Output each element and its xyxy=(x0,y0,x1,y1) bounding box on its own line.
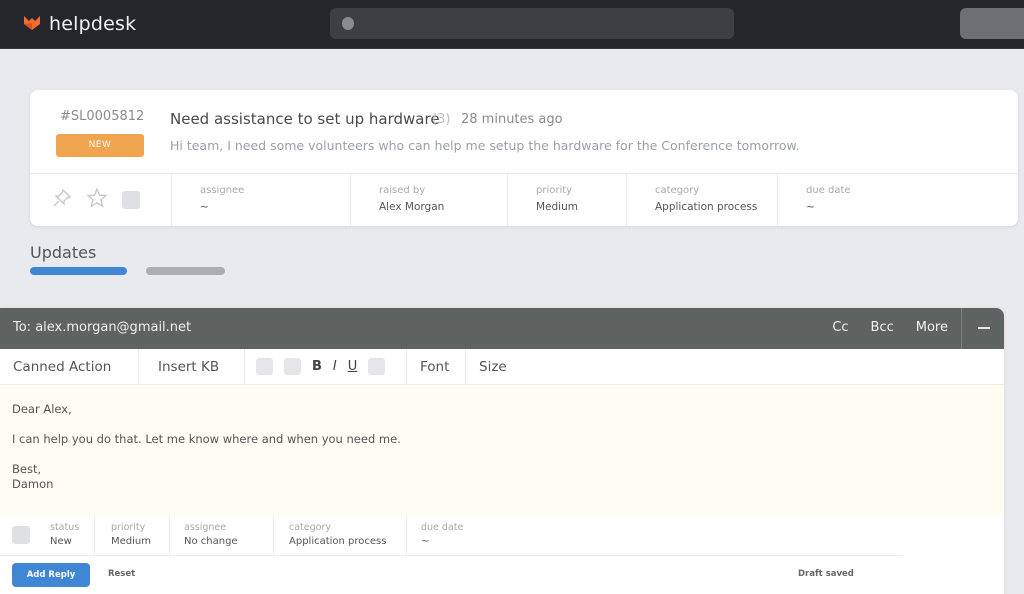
format-group: B I U xyxy=(245,349,407,384)
meta-label: assignee xyxy=(184,522,227,533)
meta-value: ~ xyxy=(806,201,815,213)
app-name: helpdesk xyxy=(49,13,137,35)
format-option-icon[interactable] xyxy=(256,358,273,375)
signature: Damon xyxy=(12,477,54,491)
meta-value: Application process xyxy=(289,536,387,547)
editor-toolbar: Canned Action Insert KB B I U Font Size xyxy=(0,349,1004,385)
top-right-button[interactable] xyxy=(960,8,1024,39)
message-text: I can help you do that. Let me know wher… xyxy=(12,432,401,446)
recipient-actions: Cc Bcc More xyxy=(832,320,948,335)
to-field[interactable]: To: alex.morgan@gmail.net xyxy=(13,320,191,335)
meta-value: ~ xyxy=(421,536,430,547)
ticket-description: Hi team, I need some volunteers who can … xyxy=(170,138,800,153)
bold-button[interactable]: B xyxy=(312,359,322,374)
minimize-icon[interactable] xyxy=(978,327,990,329)
meta-value: ~ xyxy=(200,201,209,213)
search-dot-icon xyxy=(342,17,354,30)
reply-composer: To: alex.morgan@gmail.net Cc Bcc More Ca… xyxy=(0,308,1004,594)
meta-assignee[interactable]: assignee ~ xyxy=(172,174,351,226)
ticket-meta: assignee ~ raised by Alex Morgan priorit… xyxy=(30,174,1018,226)
cc-button[interactable]: Cc xyxy=(832,320,848,335)
checkbox-icon[interactable] xyxy=(12,526,30,544)
more-button[interactable]: More xyxy=(916,320,948,335)
canned-action-button[interactable]: Canned Action xyxy=(0,349,139,384)
underline-button[interactable]: U xyxy=(348,359,358,374)
meta-label: category xyxy=(289,522,331,533)
font-dropdown[interactable]: Font xyxy=(407,349,466,384)
reply-actions: Add Reply Reset Draft saved xyxy=(0,556,1004,594)
meta-due-date[interactable]: due date ~ xyxy=(778,174,1018,226)
bcc-button[interactable]: Bcc xyxy=(871,320,894,335)
insert-kb-button[interactable]: Insert KB xyxy=(139,349,245,384)
search-input[interactable] xyxy=(330,8,734,39)
tab-updates-active[interactable] xyxy=(30,267,127,275)
ticket-id: #SL0005812 xyxy=(60,109,145,124)
reply-due-date[interactable]: due date ~ xyxy=(407,515,903,555)
reply-count: (3) xyxy=(432,112,451,127)
fox-logo-icon xyxy=(23,13,41,35)
reply-assignee[interactable]: assignee No change xyxy=(170,515,274,555)
meta-value: No change xyxy=(184,536,238,547)
ticket-title[interactable]: Need assistance to set up hardware xyxy=(170,110,440,128)
tab-inactive[interactable] xyxy=(146,267,225,275)
greeting: Dear Alex, xyxy=(12,402,72,416)
draft-status: Draft saved xyxy=(798,569,854,579)
status-badge: NEW xyxy=(56,134,144,157)
meta-raised-by[interactable]: raised by Alex Morgan xyxy=(351,174,508,226)
closing: Best, xyxy=(12,462,42,476)
size-dropdown[interactable]: Size xyxy=(466,349,520,384)
ticket-time: 28 minutes ago xyxy=(461,112,563,127)
meta-category[interactable]: category Application process xyxy=(627,174,778,226)
reply-category[interactable]: category Application process xyxy=(274,515,407,555)
pin-icon[interactable] xyxy=(52,188,72,212)
meta-label: due date xyxy=(806,185,851,196)
format-option-icon[interactable] xyxy=(368,358,386,375)
meta-value: Alex Morgan xyxy=(379,201,445,213)
meta-label: status xyxy=(50,522,80,533)
updates-heading: Updates xyxy=(30,243,97,262)
reply-priority[interactable]: priority Medium xyxy=(95,515,170,555)
meta-value: Application process xyxy=(655,201,758,213)
reply-status[interactable]: status New xyxy=(38,515,95,555)
meta-value: New xyxy=(50,536,72,547)
star-icon[interactable] xyxy=(86,187,108,213)
recipient-bar: To: alex.morgan@gmail.net Cc Bcc More xyxy=(0,308,1004,349)
meta-label: priority xyxy=(536,185,573,196)
reset-button[interactable]: Reset xyxy=(108,569,135,579)
meta-label: raised by xyxy=(379,185,426,196)
app-logo[interactable]: helpdesk xyxy=(23,13,136,35)
meta-label: due date xyxy=(421,522,464,533)
meta-label: assignee xyxy=(200,185,245,196)
meta-value: Medium xyxy=(111,536,151,547)
divider xyxy=(961,308,962,349)
meta-label: category xyxy=(655,185,700,196)
format-option-icon[interactable] xyxy=(284,358,301,375)
checkbox-icon[interactable] xyxy=(122,191,140,209)
message-body[interactable]: Dear Alex, I can help you do that. Let m… xyxy=(0,385,1004,515)
meta-value: Medium xyxy=(536,201,578,213)
reply-meta: status New priority Medium assignee No c… xyxy=(0,515,903,556)
top-bar: helpdesk xyxy=(0,0,1024,49)
ticket-card: #SL0005812 NEW Need assistance to set up… xyxy=(30,90,1018,226)
italic-button[interactable]: I xyxy=(333,359,337,374)
ticket-actions xyxy=(30,174,172,226)
add-reply-button[interactable]: Add Reply xyxy=(12,563,90,587)
meta-label: priority xyxy=(111,522,146,533)
meta-priority[interactable]: priority Medium xyxy=(508,174,627,226)
reply-checkbox[interactable] xyxy=(0,515,38,555)
